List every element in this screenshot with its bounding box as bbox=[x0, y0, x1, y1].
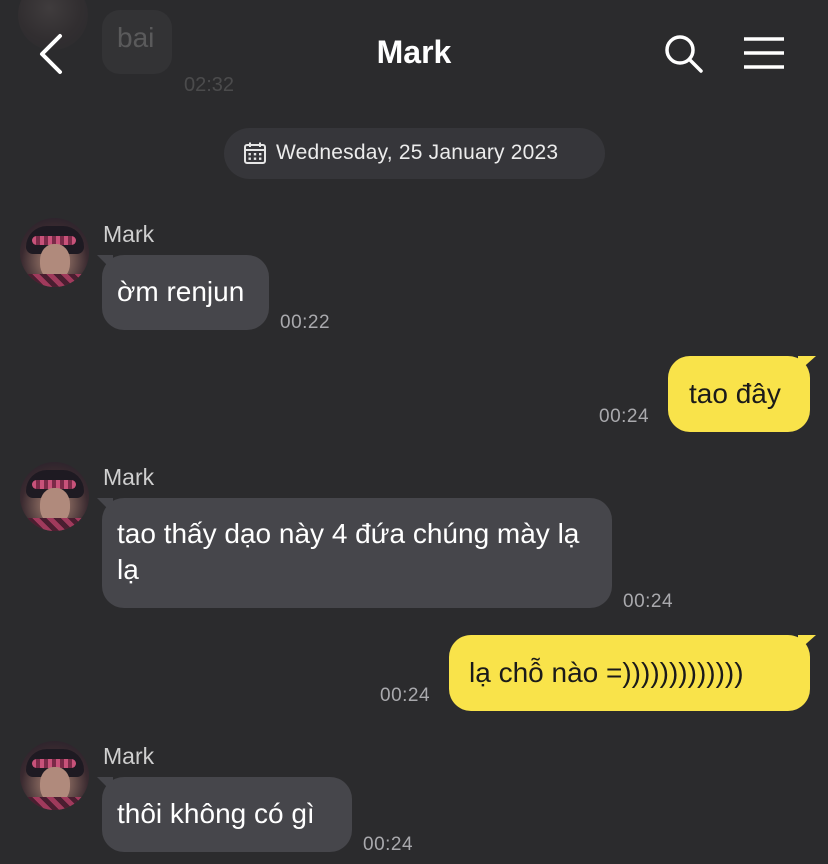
message-time: 00:24 bbox=[599, 406, 650, 427]
avatar[interactable] bbox=[20, 218, 89, 287]
search-icon bbox=[665, 35, 703, 73]
incoming-message-bubble[interactable]: ờm renjun bbox=[102, 255, 269, 330]
avatar[interactable] bbox=[20, 462, 89, 531]
sender-name: Mark bbox=[103, 221, 155, 247]
incoming-message-bubble[interactable]: tao thấy dạo này 4 đứa chúng mày lạ lạ bbox=[102, 498, 612, 608]
message-time: 00:22 bbox=[280, 312, 331, 333]
message-time: 00:24 bbox=[380, 685, 431, 706]
chat-header: Mark bbox=[0, 0, 828, 108]
menu-button[interactable] bbox=[742, 34, 786, 74]
search-button[interactable] bbox=[662, 32, 706, 76]
date-label: Wednesday, 25 January 2023 bbox=[276, 141, 559, 164]
outgoing-message-bubble[interactable]: lạ chỗ nào =))))))))))))) bbox=[449, 635, 810, 711]
message-time: 00:24 bbox=[623, 591, 674, 612]
menu-icon bbox=[744, 37, 784, 69]
message-time: 00:24 bbox=[363, 834, 414, 855]
outgoing-message-bubble[interactable]: tao đây bbox=[668, 356, 810, 432]
incoming-message-bubble[interactable]: thôi không có gì bbox=[102, 777, 352, 852]
calendar-icon bbox=[244, 142, 266, 164]
chat-screen: bai 02:32 Mark Wednesday, 25 January 202… bbox=[0, 0, 828, 864]
sender-name: Mark bbox=[103, 464, 155, 490]
sender-name: Mark bbox=[103, 743, 155, 769]
date-separator: Wednesday, 25 January 2023 bbox=[224, 128, 605, 179]
avatar[interactable] bbox=[20, 741, 89, 810]
